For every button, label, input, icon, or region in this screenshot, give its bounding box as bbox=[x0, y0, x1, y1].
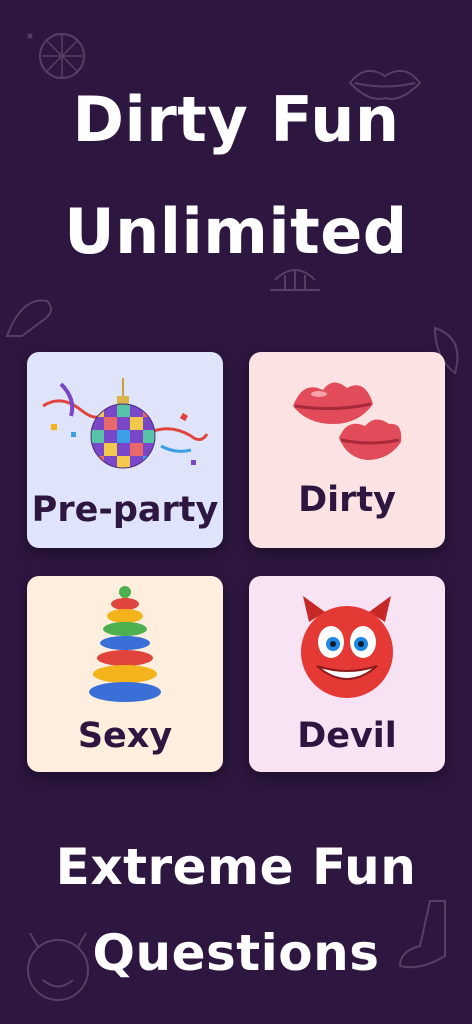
footer-title-line1: Extreme Fun bbox=[55, 838, 417, 896]
category-card-preparty[interactable]: Pre-party bbox=[27, 352, 223, 548]
disco-doodle-icon bbox=[27, 33, 85, 79]
category-card-devil[interactable]: Devil bbox=[249, 576, 445, 772]
category-label-dirty: Dirty bbox=[298, 480, 396, 520]
category-label-devil: Devil bbox=[297, 716, 397, 756]
category-card-sexy[interactable]: Sexy bbox=[27, 576, 223, 772]
category-label-sexy: Sexy bbox=[77, 716, 173, 756]
ring-stack-icon bbox=[89, 586, 161, 702]
category-card-dirty[interactable]: Dirty bbox=[249, 352, 445, 548]
category-label-preparty: Pre-party bbox=[31, 490, 219, 530]
disco-ball-icon bbox=[42, 378, 209, 469]
hero-title-line1: Dirty Fun bbox=[72, 83, 400, 156]
hero-title-line2: Unlimited bbox=[64, 195, 408, 268]
heel-doodle-icon bbox=[5, 299, 52, 337]
devil-face-icon bbox=[301, 596, 393, 698]
footer-title-line2: Questions bbox=[92, 924, 380, 982]
lips-icon bbox=[293, 382, 402, 460]
